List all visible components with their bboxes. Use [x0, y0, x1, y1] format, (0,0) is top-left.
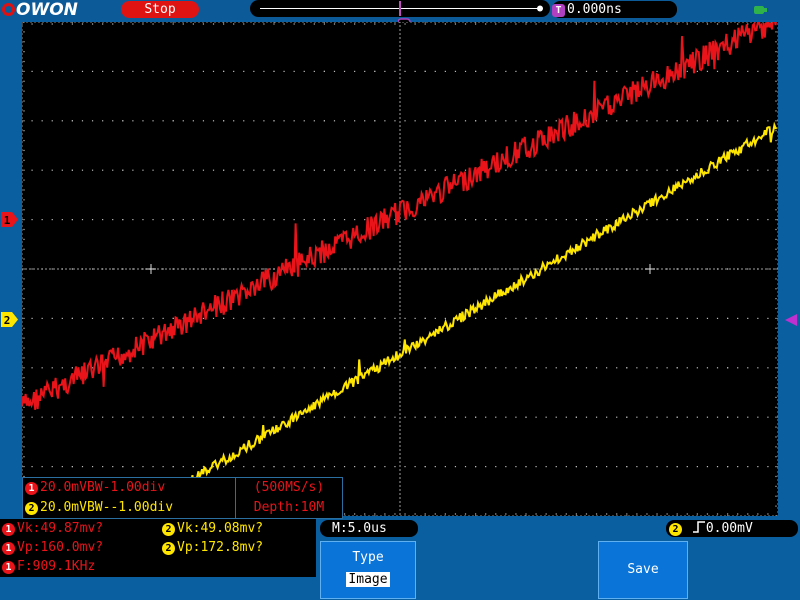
ch1-meas-badge: 1: [2, 561, 15, 574]
measurement-panel: 1 Vk:49.87mv? 1 Vp:160.0mv? 1 F:909.1KHz 2V…: [0, 519, 316, 577]
type-value: Image: [346, 572, 390, 587]
run-stop-indicator[interactable]: Stop: [121, 1, 199, 18]
ch1-vp-value: Vp:160.0mv?: [17, 540, 104, 555]
save-label: Save: [627, 562, 659, 577]
ch1-freq-row: 1 F:909.1KHz: [2, 559, 95, 574]
ch2-offset-marker[interactable]: 2: [0, 311, 18, 328]
memory-bar-graphic: [260, 1, 543, 16]
ch2-scale-row: 2 20.0mVBW--1.00div: [23, 498, 235, 518]
ch1-vk-row: 1 Vk:49.87mv?: [2, 521, 103, 536]
ch2-meas-badge: 2: [162, 523, 175, 536]
ch1-vp-row: 1 Vp:160.0mv?: [2, 540, 103, 555]
channel-scale-panel: 1 20.0mVBW-1.00div 2 20.0mVBW--1.00div: [22, 477, 236, 519]
ch1-offset-marker[interactable]: 1: [0, 211, 18, 228]
timebase-value: M:5.0us: [332, 521, 387, 536]
type-label: Type: [352, 550, 384, 565]
waveform-svg: [21, 12, 779, 548]
ch1-vk-value: Vk:49.87mv?: [17, 521, 104, 536]
logo-ring-icon: [2, 3, 15, 16]
type-menu-button[interactable]: Type Image: [320, 541, 416, 599]
ch2-meas-badge: 2: [162, 542, 175, 555]
usb-icon: [752, 2, 768, 16]
trigger-channel-badge: 2: [669, 523, 682, 536]
ch2-badge: 2: [25, 502, 38, 515]
trigger-level-value: 0.00mV: [705, 521, 753, 536]
sample-rate-text: (500MS/s): [253, 480, 325, 495]
ch1-scale-text: 20.0mVBW-1.00div: [40, 480, 166, 495]
ch1-scale-row: 1 20.0mVBW-1.00div: [23, 478, 235, 498]
acquisition-panel: (500MS/s) Depth:10M: [235, 477, 343, 519]
ch2-vk-value: Vk:49.08mv?: [177, 521, 264, 536]
trigger-time-offset[interactable]: T 0.000ns: [552, 1, 677, 18]
type-value-wrap: Image: [321, 568, 415, 587]
memory-position-bar[interactable]: [250, 0, 550, 17]
ch1-trace: [21, 12, 778, 410]
timebase-indicator[interactable]: M:5.0us: [320, 520, 418, 537]
save-menu-button[interactable]: Save: [598, 541, 688, 599]
logo-text: OWON: [16, 0, 78, 20]
ch1-badge: 1: [25, 482, 38, 495]
ch2-marker-label: 2: [4, 314, 11, 327]
ch1-marker-label: 1: [4, 214, 11, 227]
graticule: [21, 21, 779, 517]
depth-text: Depth:10M: [253, 500, 325, 515]
ch2-vp-value: Vp:172.8mv?: [177, 540, 264, 555]
trigger-level-marker-icon[interactable]: [782, 312, 798, 326]
ch1-meas-badge: 1: [2, 523, 15, 536]
ch1-freq-value: F:909.1KHz: [17, 559, 96, 574]
ch2-scale-text: 20.0mVBW--1.00div: [40, 500, 174, 515]
rising-edge-icon: [692, 521, 705, 533]
ch2-vp-row: 2 Vp:172.8mv?: [162, 540, 263, 555]
waveform-display[interactable]: [21, 12, 779, 548]
trigger-t-icon: T: [552, 4, 565, 17]
time-offset-value: 0.000ns: [567, 2, 622, 17]
ch1-meas-badge: 1: [2, 542, 15, 555]
owon-logo: OWON: [2, 0, 78, 20]
ch2-vk-row: 2 Vk:49.08mv?: [162, 521, 263, 536]
trigger-status[interactable]: 2 0.00mV: [666, 520, 798, 537]
